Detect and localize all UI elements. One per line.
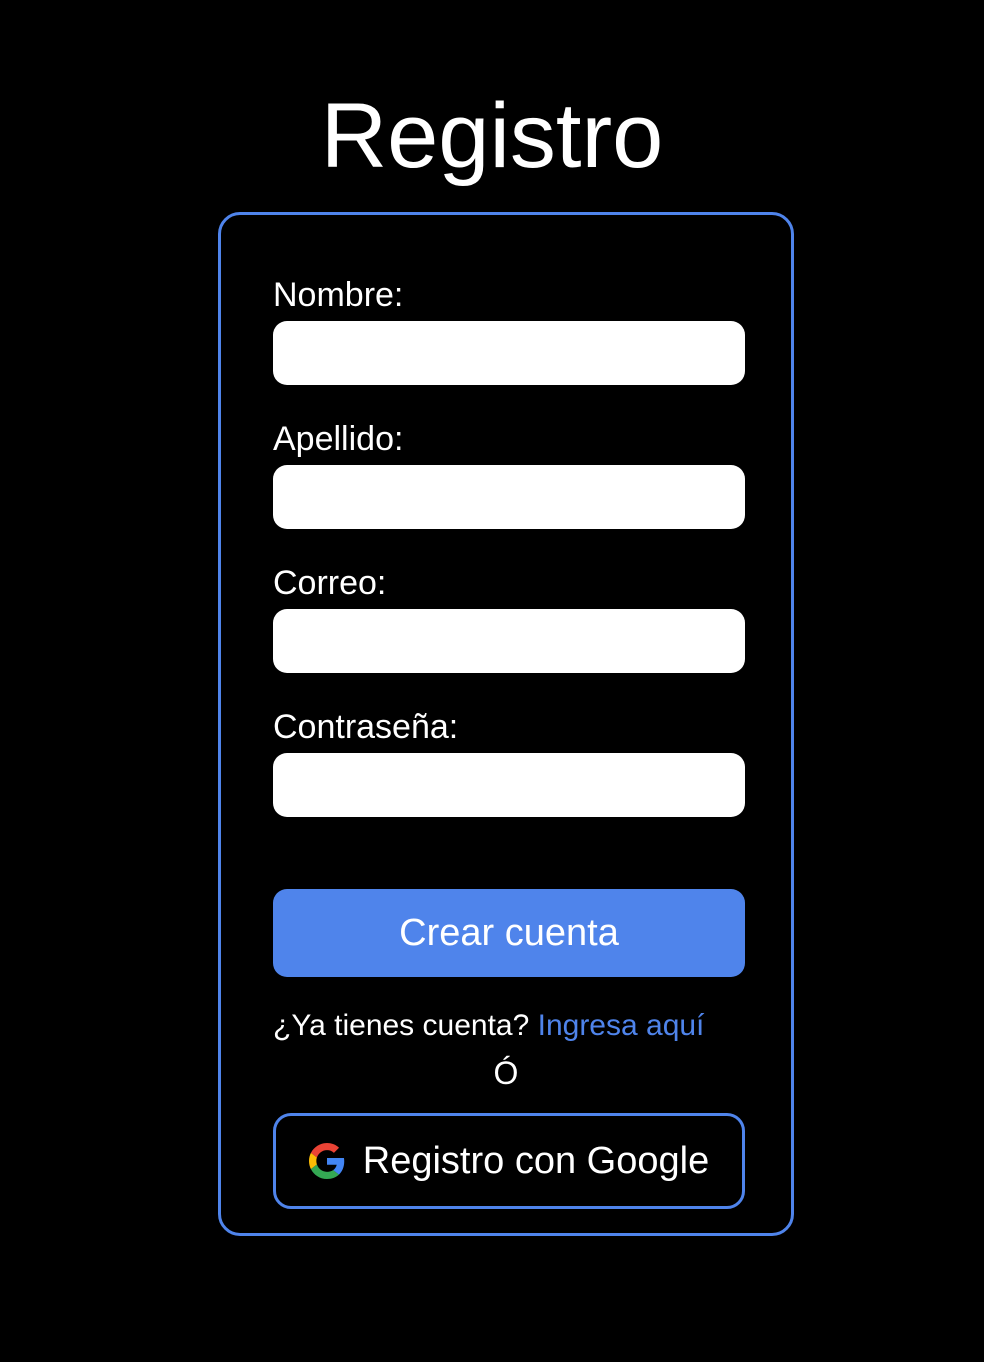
first-name-input[interactable] — [273, 321, 745, 385]
login-prompt-line: ¿Ya tienes cuenta? Ingresa aquí — [273, 1007, 745, 1045]
register-page: Registro Nombre: Apellido: Correo: Contr… — [0, 0, 984, 1362]
register-card: Nombre: Apellido: Correo: Contraseña: Cr… — [218, 212, 794, 1236]
page-title: Registro — [320, 85, 664, 187]
email-label: Correo: — [273, 564, 387, 602]
google-signup-label: Registro con Google — [362, 1139, 710, 1182]
first-name-label: Nombre: — [273, 276, 404, 314]
password-input[interactable] — [273, 753, 745, 817]
password-label: Contraseña: — [273, 708, 459, 746]
email-input[interactable] — [273, 609, 745, 673]
login-prompt-text: ¿Ya tienes cuenta? — [273, 1009, 538, 1042]
create-account-button[interactable]: Crear cuenta — [273, 889, 745, 977]
login-link[interactable]: Ingresa aquí — [538, 1009, 705, 1042]
or-separator: Ó — [493, 1055, 519, 1091]
google-g-icon — [308, 1143, 345, 1179]
last-name-input[interactable] — [273, 465, 745, 529]
google-signup-button[interactable]: Registro con Google — [273, 1113, 745, 1209]
last-name-label: Apellido: — [273, 420, 404, 458]
